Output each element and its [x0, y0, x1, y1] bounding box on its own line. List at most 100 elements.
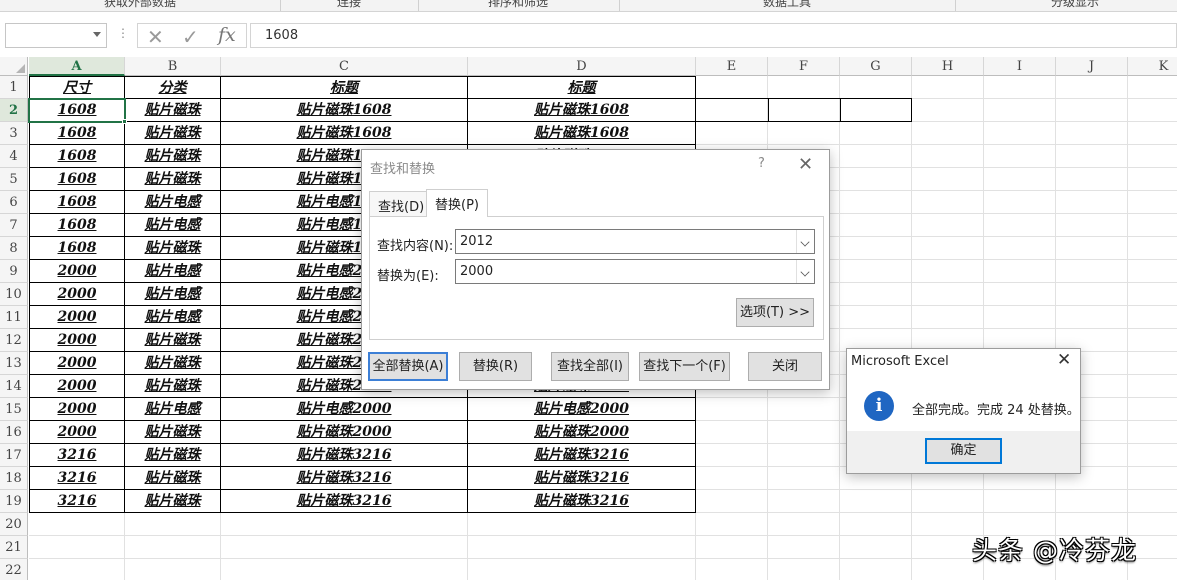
- cell-f18[interactable]: [768, 467, 840, 490]
- cell-g4[interactable]: [840, 145, 912, 168]
- cell-g19[interactable]: [840, 490, 912, 513]
- cell-j11[interactable]: [1056, 306, 1128, 329]
- column-header-d[interactable]: D: [468, 57, 696, 76]
- cell-g1[interactable]: [840, 76, 912, 99]
- fill-handle[interactable]: [122, 119, 127, 124]
- cell-h7[interactable]: [912, 214, 984, 237]
- cell-e3[interactable]: [696, 122, 768, 145]
- cell-a22[interactable]: [29, 559, 125, 580]
- cell-a4[interactable]: 1608: [29, 145, 125, 168]
- cell-k14[interactable]: [1128, 375, 1177, 398]
- cell-c15[interactable]: 贴片电感2000: [221, 398, 468, 421]
- cell-h6[interactable]: [912, 191, 984, 214]
- column-header-f[interactable]: F: [768, 57, 840, 76]
- cell-b4[interactable]: 贴片磁珠: [125, 145, 221, 168]
- cell-e22[interactable]: [696, 559, 768, 580]
- cell-k12[interactable]: [1128, 329, 1177, 352]
- ribbon-group-outline[interactable]: 分级显示: [1051, 0, 1099, 10]
- row-header-8[interactable]: 8: [0, 237, 28, 260]
- cell-h8[interactable]: [912, 237, 984, 260]
- cell-b10[interactable]: 贴片电感: [125, 283, 221, 306]
- cell-c18[interactable]: 贴片磁珠3216: [221, 467, 468, 490]
- cell-k6[interactable]: [1128, 191, 1177, 214]
- cell-b13[interactable]: 贴片磁珠: [125, 352, 221, 375]
- cancel-icon[interactable]: ✕: [147, 25, 164, 49]
- column-header-e[interactable]: E: [696, 57, 768, 76]
- row-header-2[interactable]: 2: [0, 99, 28, 122]
- column-header-j[interactable]: J: [1056, 57, 1128, 76]
- cell-b9[interactable]: 贴片电感: [125, 260, 221, 283]
- cell-i5[interactable]: [984, 168, 1056, 191]
- cell-c20[interactable]: [221, 513, 468, 536]
- cell-b12[interactable]: 贴片磁珠: [125, 329, 221, 352]
- cell-b22[interactable]: [125, 559, 221, 580]
- chevron-down-icon[interactable]: [93, 32, 101, 37]
- cell-d22[interactable]: [468, 559, 696, 580]
- cell-a1[interactable]: 尺寸: [29, 76, 125, 99]
- select-all-corner[interactable]: [0, 57, 28, 76]
- row-header-7[interactable]: 7: [0, 214, 28, 237]
- cell-i2[interactable]: [984, 99, 1056, 122]
- cell-c17[interactable]: 贴片磁珠3216: [221, 444, 468, 467]
- cell-a13[interactable]: 2000: [29, 352, 125, 375]
- find-next-button[interactable]: 查找下一个(F): [639, 352, 730, 381]
- cell-i10[interactable]: [984, 283, 1056, 306]
- cell-j1[interactable]: [1056, 76, 1128, 99]
- cell-a18[interactable]: 3216: [29, 467, 125, 490]
- cell-b14[interactable]: 贴片磁珠: [125, 375, 221, 398]
- cell-h4[interactable]: [912, 145, 984, 168]
- replace-all-button[interactable]: 全部替换(A): [368, 352, 448, 381]
- cell-g7[interactable]: [840, 214, 912, 237]
- row-header-16[interactable]: 16: [0, 421, 28, 444]
- replace-button[interactable]: 替换(R): [459, 352, 532, 381]
- cell-d15[interactable]: 贴片电感2000: [468, 398, 696, 421]
- cell-k16[interactable]: [1128, 421, 1177, 444]
- cell-c19[interactable]: 贴片磁珠3216: [221, 490, 468, 513]
- cell-k9[interactable]: [1128, 260, 1177, 283]
- cell-d18[interactable]: 贴片磁珠3216: [468, 467, 696, 490]
- cell-j19[interactable]: [1056, 490, 1128, 513]
- column-header-k[interactable]: K: [1128, 57, 1177, 76]
- cell-k4[interactable]: [1128, 145, 1177, 168]
- cell-g8[interactable]: [840, 237, 912, 260]
- cell-j10[interactable]: [1056, 283, 1128, 306]
- help-icon[interactable]: ?: [758, 156, 765, 171]
- cell-j6[interactable]: [1056, 191, 1128, 214]
- cell-g22[interactable]: [840, 559, 912, 580]
- cell-d17[interactable]: 贴片磁珠3216: [468, 444, 696, 467]
- find-what-input[interactable]: 2012: [455, 229, 815, 254]
- cell-g10[interactable]: [840, 283, 912, 306]
- cell-d20[interactable]: [468, 513, 696, 536]
- options-button[interactable]: 选项(T) >>: [736, 298, 814, 327]
- cell-d16[interactable]: 贴片磁珠2000: [468, 421, 696, 444]
- row-header-14[interactable]: 14: [0, 375, 28, 398]
- cell-f22[interactable]: [768, 559, 840, 580]
- row-header-21[interactable]: 21: [0, 536, 28, 559]
- cell-k15[interactable]: [1128, 398, 1177, 421]
- cell-e20[interactable]: [696, 513, 768, 536]
- cell-j7[interactable]: [1056, 214, 1128, 237]
- cell-k18[interactable]: [1128, 467, 1177, 490]
- cell-a5[interactable]: 1608: [29, 168, 125, 191]
- cell-b19[interactable]: 贴片磁珠: [125, 490, 221, 513]
- row-header-18[interactable]: 18: [0, 467, 28, 490]
- cell-k11[interactable]: [1128, 306, 1177, 329]
- enter-icon[interactable]: ✓: [182, 25, 199, 49]
- row-header-17[interactable]: 17: [0, 444, 28, 467]
- cell-h2[interactable]: [912, 99, 984, 122]
- cell-k1[interactable]: [1128, 76, 1177, 99]
- chevron-down-icon[interactable]: [796, 260, 814, 283]
- cell-i3[interactable]: [984, 122, 1056, 145]
- cell-h9[interactable]: [912, 260, 984, 283]
- cell-b16[interactable]: 贴片磁珠: [125, 421, 221, 444]
- cell-i1[interactable]: [984, 76, 1056, 99]
- cell-h11[interactable]: [912, 306, 984, 329]
- cell-b1[interactable]: 分类: [125, 76, 221, 99]
- row-header-4[interactable]: 4: [0, 145, 28, 168]
- cell-a15[interactable]: 2000: [29, 398, 125, 421]
- cell-g21[interactable]: [840, 536, 912, 559]
- close-icon[interactable]: ✕: [1057, 350, 1071, 370]
- column-header-h[interactable]: H: [912, 57, 984, 76]
- cell-c3[interactable]: 贴片磁珠1608: [221, 122, 468, 145]
- column-header-g[interactable]: G: [840, 57, 912, 76]
